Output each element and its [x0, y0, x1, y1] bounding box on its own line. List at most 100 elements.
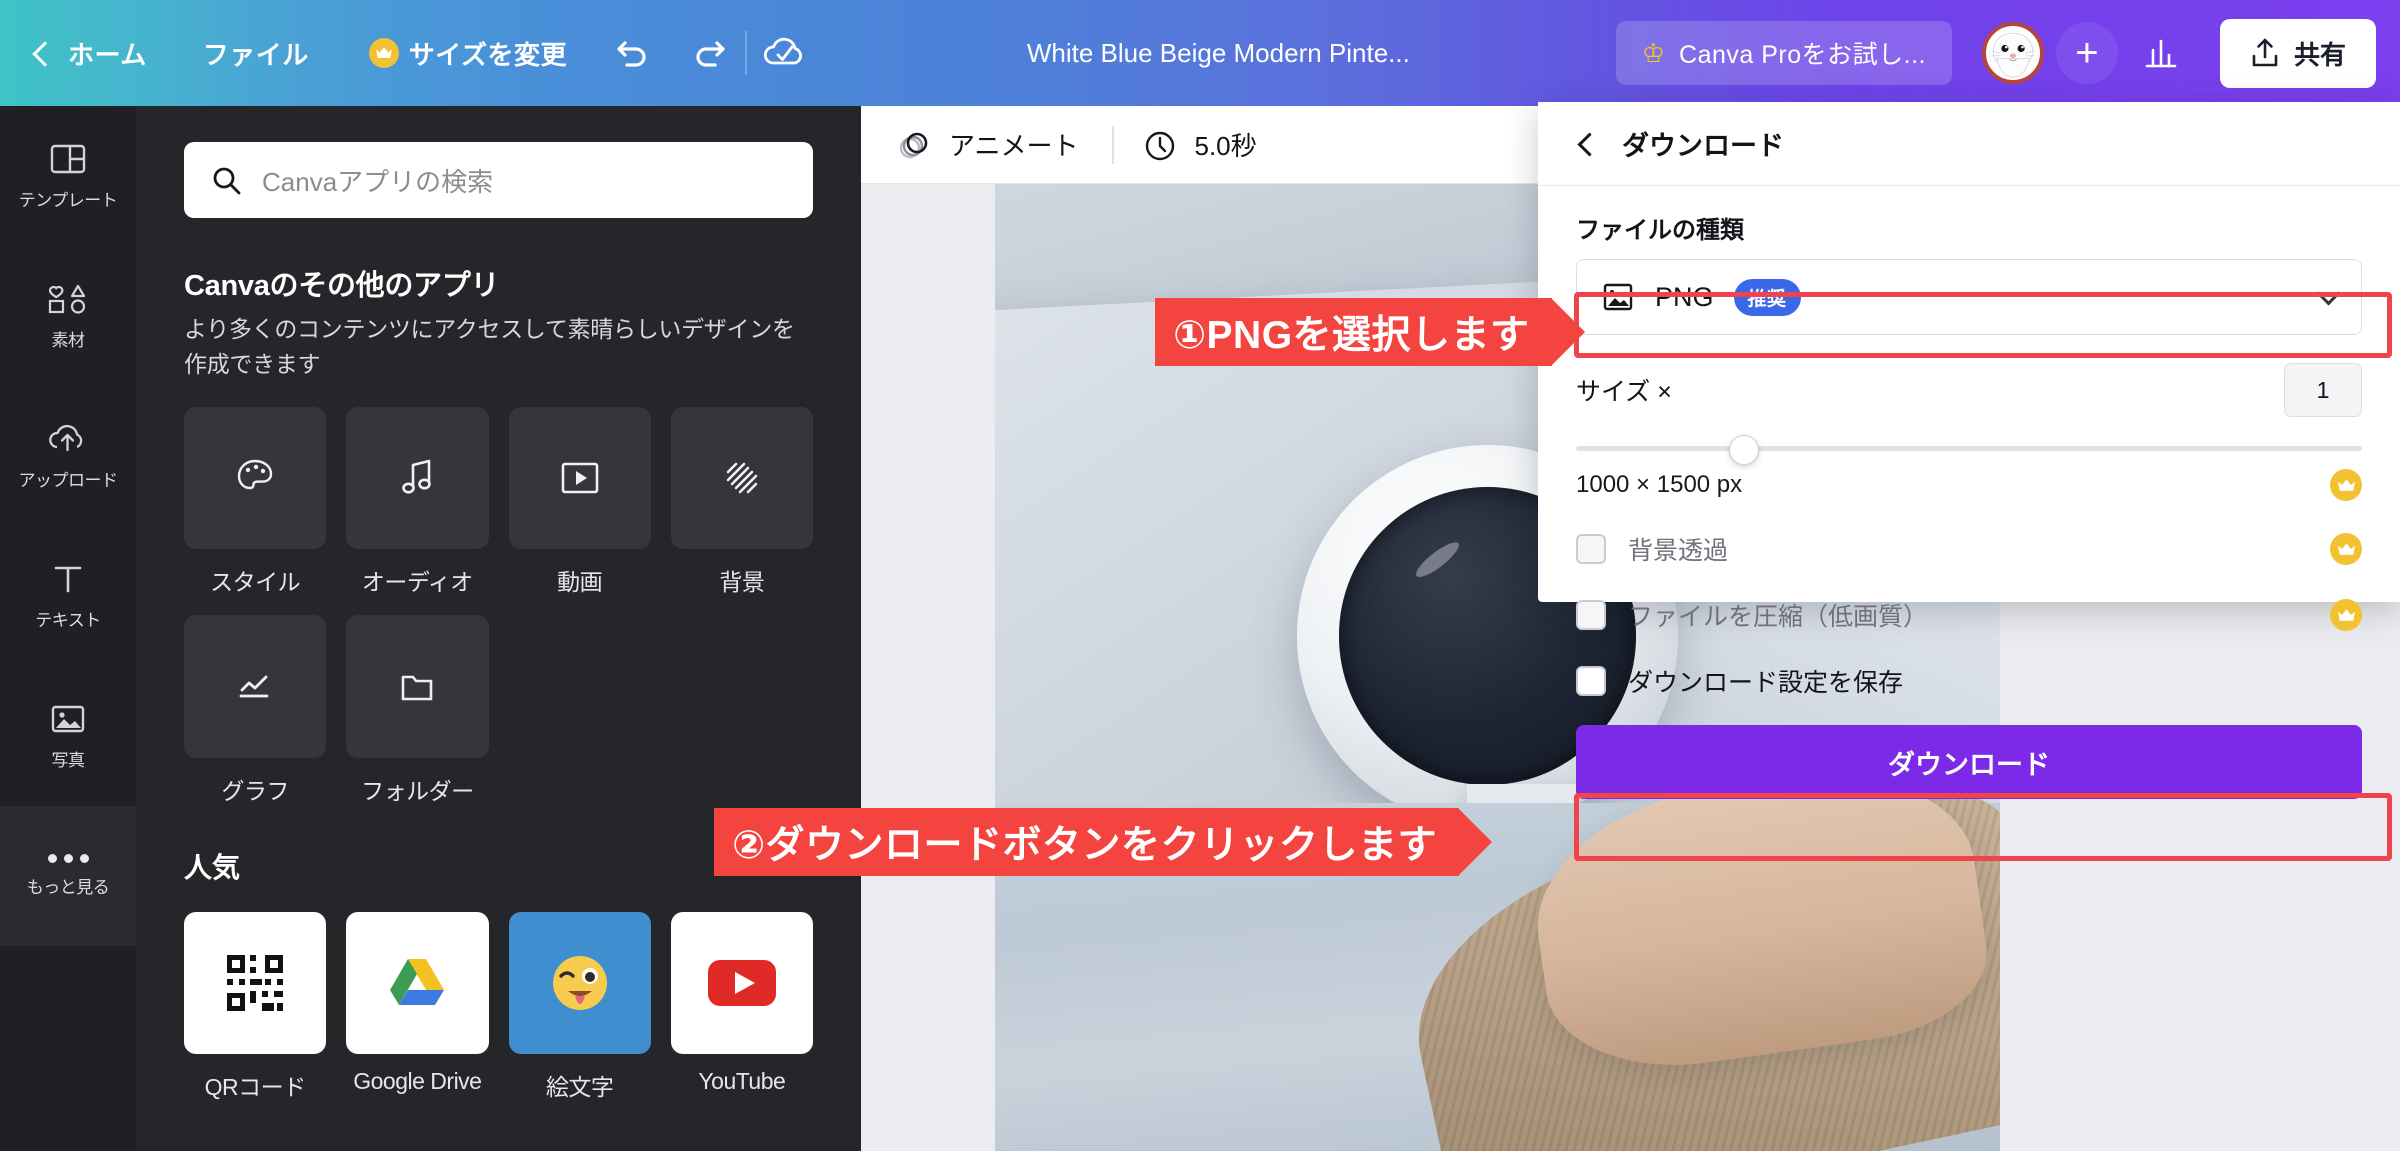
annotation-callout-2: ②ダウンロードボタンをクリックします	[714, 808, 1493, 876]
file-type-select[interactable]: PNG 推奨	[1576, 259, 2362, 335]
slider-knob[interactable]	[1729, 435, 1760, 465]
cloud-save-status-button[interactable]	[747, 0, 821, 106]
share-label: 共有	[2293, 39, 2346, 70]
add-collaborator-button[interactable]: +	[2055, 22, 2118, 84]
size-slider[interactable]	[1576, 431, 2362, 465]
duration-label: 5.0秒	[1194, 131, 1257, 161]
bar-chart-icon	[2145, 39, 2177, 68]
upload-cloud-icon	[49, 424, 83, 451]
app-tile-folders[interactable]: フォルダー	[346, 615, 489, 805]
apps-grid: スタイル オーディオ 動画 背景 グラフ フォルダー	[184, 407, 813, 806]
app-tile-styles[interactable]: スタイル	[184, 407, 327, 597]
sidebar-item-label: アップロード	[18, 470, 119, 490]
app-tile-thumb	[184, 615, 327, 758]
resize-label: サイズを変更	[408, 39, 567, 70]
sidebar-item-templates[interactable]: テンプレート	[0, 106, 136, 246]
popular-grid: QRコード Google Drive 絵文字 YouTube	[184, 911, 813, 1102]
checkbox[interactable]	[1576, 600, 1606, 630]
stripes-icon	[726, 462, 758, 494]
app-tile-video[interactable]: 動画	[508, 407, 651, 597]
design-title[interactable]: White Blue Beige Modern Pinte...	[821, 38, 1616, 69]
app-tile-thumb	[670, 407, 813, 550]
clock-icon	[1146, 131, 1175, 160]
app-tile-charts[interactable]: グラフ	[184, 615, 327, 805]
avatar[interactable]	[1974, 14, 2052, 92]
toolbar-divider	[1112, 125, 1115, 164]
cloud-check-icon	[763, 37, 802, 65]
undo-button[interactable]	[597, 0, 671, 106]
animate-icon	[899, 132, 928, 158]
app-tile-label: フォルダー	[361, 777, 474, 804]
popular-tile-google-drive[interactable]: Google Drive	[346, 911, 489, 1102]
popular-tile-emoji[interactable]: 絵文字	[508, 911, 651, 1102]
left-rail: テンプレート 素材 アップロード テキスト 写真 もっと見る	[0, 106, 136, 1151]
popular-tile-thumb	[508, 911, 651, 1054]
try-canva-pro-button[interactable]: ♔ Canva Proをお試し...	[1615, 21, 1952, 85]
popular-tile-youtube[interactable]: YouTube	[670, 911, 813, 1102]
resize-button[interactable]: サイズを変更	[339, 0, 597, 106]
sidebar-item-uploads[interactable]: アップロード	[0, 386, 136, 526]
file-type-value: PNG	[1655, 281, 1714, 312]
sidebar-item-photos[interactable]: 写真	[0, 666, 136, 806]
search-input[interactable]: Canvaアプリの検索	[184, 142, 813, 218]
option-label: ダウンロード設定を保存	[1628, 669, 1904, 697]
elements-icon	[48, 284, 86, 314]
home-button[interactable]: ホーム	[0, 0, 173, 106]
sidebar-item-text[interactable]: テキスト	[0, 526, 136, 666]
popular-tile-label: 絵文字	[545, 1073, 614, 1100]
undo-icon	[617, 41, 646, 67]
download-panel-header: ダウンロード	[1538, 102, 2400, 186]
option-save-download-settings[interactable]: ダウンロード設定を保存	[1576, 663, 2362, 699]
file-menu-button[interactable]: ファイル	[173, 0, 339, 106]
youtube-icon	[707, 959, 776, 1006]
canva-editor: ホーム ファイル サイズを変更 White Blue Beige Modern …	[0, 0, 2400, 1151]
app-tile-label: オーディオ	[361, 569, 473, 596]
checkbox[interactable]	[1576, 534, 1606, 564]
text-icon	[54, 566, 82, 592]
back-button[interactable]	[1576, 134, 1596, 154]
size-multiplier-input[interactable]: 1	[2284, 363, 2362, 417]
option-label: 背景透過	[1628, 537, 1729, 565]
app-tile-background[interactable]: 背景	[670, 407, 813, 597]
apps-subheading: より多くのコンテンツにアクセスして素晴らしいデザインを作成できます	[184, 316, 795, 377]
app-tile-thumb	[346, 407, 489, 550]
duration-button[interactable]: 5.0秒	[1142, 126, 1286, 163]
popular-tile-thumb	[184, 911, 327, 1054]
crown-icon	[2330, 533, 2362, 565]
google-drive-icon	[390, 958, 445, 1005]
option-transparent-background[interactable]: 背景透過	[1576, 531, 2362, 567]
crown-icon: ♔	[1641, 38, 1666, 68]
folder-icon	[402, 676, 433, 701]
app-tile-label: 動画	[557, 569, 603, 596]
recommended-badge: 推奨	[1733, 278, 1801, 316]
redo-icon	[696, 41, 725, 67]
popular-tile-label: Google Drive	[353, 1067, 482, 1094]
sidebar-item-more[interactable]: もっと見る	[0, 806, 136, 946]
animate-button[interactable]: アニメート	[895, 126, 1108, 164]
option-compress-file[interactable]: ファイルを圧縮（低画質）	[1576, 597, 2362, 633]
insights-button[interactable]	[2122, 0, 2200, 106]
redo-button[interactable]	[671, 0, 745, 106]
dimensions-label: 1000 × 1500 px	[1576, 471, 1743, 498]
popular-tile-label: QRコード	[204, 1073, 307, 1100]
app-tile-label: グラフ	[221, 777, 289, 804]
crown-icon	[2330, 469, 2362, 501]
size-row: サイズ × 1	[1576, 363, 2362, 417]
pro-trial-label: Canva Proをお試し...	[1679, 41, 1926, 69]
crown-icon	[368, 38, 399, 68]
app-tile-audio[interactable]: オーディオ	[346, 407, 489, 597]
apps-panel: Canvaアプリの検索 Canvaのその他のアプリ より多くのコンテンツにアクセ…	[136, 106, 861, 1151]
sidebar-item-elements[interactable]: 素材	[0, 246, 136, 386]
sidebar-item-label: 素材	[51, 330, 86, 350]
popular-tile-qr-code[interactable]: QRコード	[184, 911, 327, 1102]
topbar-right-group: ♔ Canva Proをお試し... + 共有	[1615, 0, 2400, 106]
annotation-arrow-icon	[1458, 808, 1493, 876]
avatar-image	[1981, 22, 2044, 84]
checkbox[interactable]	[1576, 666, 1606, 696]
file-label: ファイル	[202, 39, 309, 70]
share-button[interactable]: 共有	[2219, 18, 2376, 88]
crown-icon	[2330, 599, 2362, 631]
share-upload-icon	[2252, 38, 2278, 67]
download-button[interactable]: ダウンロード	[1576, 725, 2362, 799]
annotation-text: ①PNGを選択します	[1173, 314, 1530, 357]
